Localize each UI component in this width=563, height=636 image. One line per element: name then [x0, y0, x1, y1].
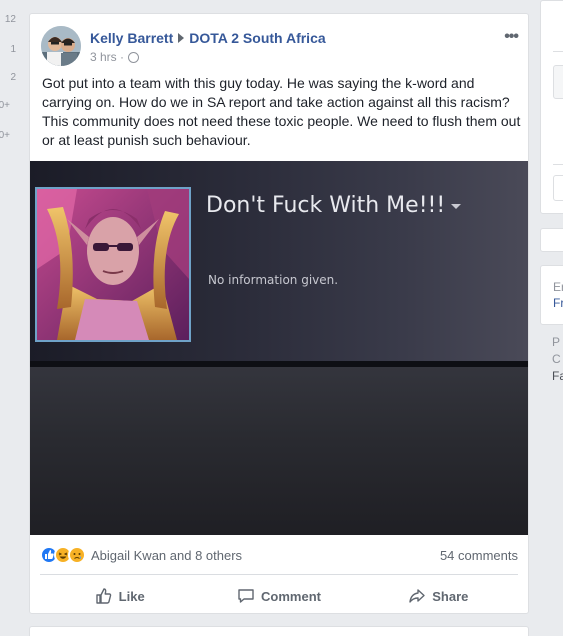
- left-counter: 0+: [0, 100, 10, 111]
- left-counter: 0+: [0, 130, 10, 141]
- left-counter: 12: [4, 14, 16, 25]
- post-header: Kelly Barrett DOTA 2 South Africa: [90, 30, 326, 46]
- author-avatar[interactable]: [41, 26, 81, 66]
- share-button[interactable]: Share: [359, 582, 518, 610]
- author-name-link[interactable]: Kelly Barrett: [90, 30, 173, 46]
- comments-count-link[interactable]: 54 comments: [440, 548, 518, 563]
- next-post-card: [29, 626, 529, 636]
- reactors-link[interactable]: Abigail Kwan and 8 others: [91, 548, 242, 563]
- left-counter: 2: [10, 72, 16, 83]
- feed-post: Kelly Barrett DOTA 2 South Africa 3 hrs …: [29, 13, 529, 614]
- sidebar-button[interactable]: [553, 65, 563, 99]
- play-arrow-icon: [178, 33, 185, 43]
- comment-button[interactable]: Comment: [199, 582, 358, 610]
- profile-info-text: No information given.: [208, 273, 339, 287]
- sidebar-link[interactable]: Fr: [553, 296, 563, 310]
- sidebar-card: [540, 228, 563, 252]
- post-timestamp[interactable]: 3 hrs: [90, 50, 117, 64]
- sidebar-card: [540, 0, 563, 214]
- profile-name-heading: Don't Fuck With Me!!!: [206, 193, 462, 218]
- group-name-link[interactable]: DOTA 2 South Africa: [189, 30, 325, 46]
- post-meta: 3 hrs ·: [90, 50, 140, 64]
- globe-icon: [128, 51, 140, 63]
- share-arrow-icon: [409, 589, 425, 603]
- reactions-summary: Abigail Kwan and 8 others 54 comments: [40, 544, 518, 566]
- left-counter-strip: 12 1 2 0+ 0+: [0, 0, 22, 636]
- more-options-icon[interactable]: •••: [504, 28, 519, 46]
- like-button[interactable]: Like: [40, 582, 199, 610]
- sidebar-card: Er Fr: [540, 265, 563, 325]
- thumbs-up-icon: [95, 588, 111, 604]
- chevron-down-icon: [451, 203, 462, 209]
- sidebar-input[interactable]: [553, 175, 563, 201]
- post-image[interactable]: Don't Fuck With Me!!! No information giv…: [30, 161, 528, 535]
- divider: [40, 574, 518, 575]
- sad-icon[interactable]: [68, 546, 86, 564]
- hero-portrait-image: [35, 187, 191, 342]
- right-sidebar: Er Fr P C Fa: [540, 0, 563, 636]
- comment-icon: [238, 589, 254, 603]
- post-body-text: Got put into a team with this guy today.…: [42, 75, 521, 148]
- left-counter: 1: [10, 44, 16, 55]
- post-actions: Like Comment Share: [40, 582, 518, 610]
